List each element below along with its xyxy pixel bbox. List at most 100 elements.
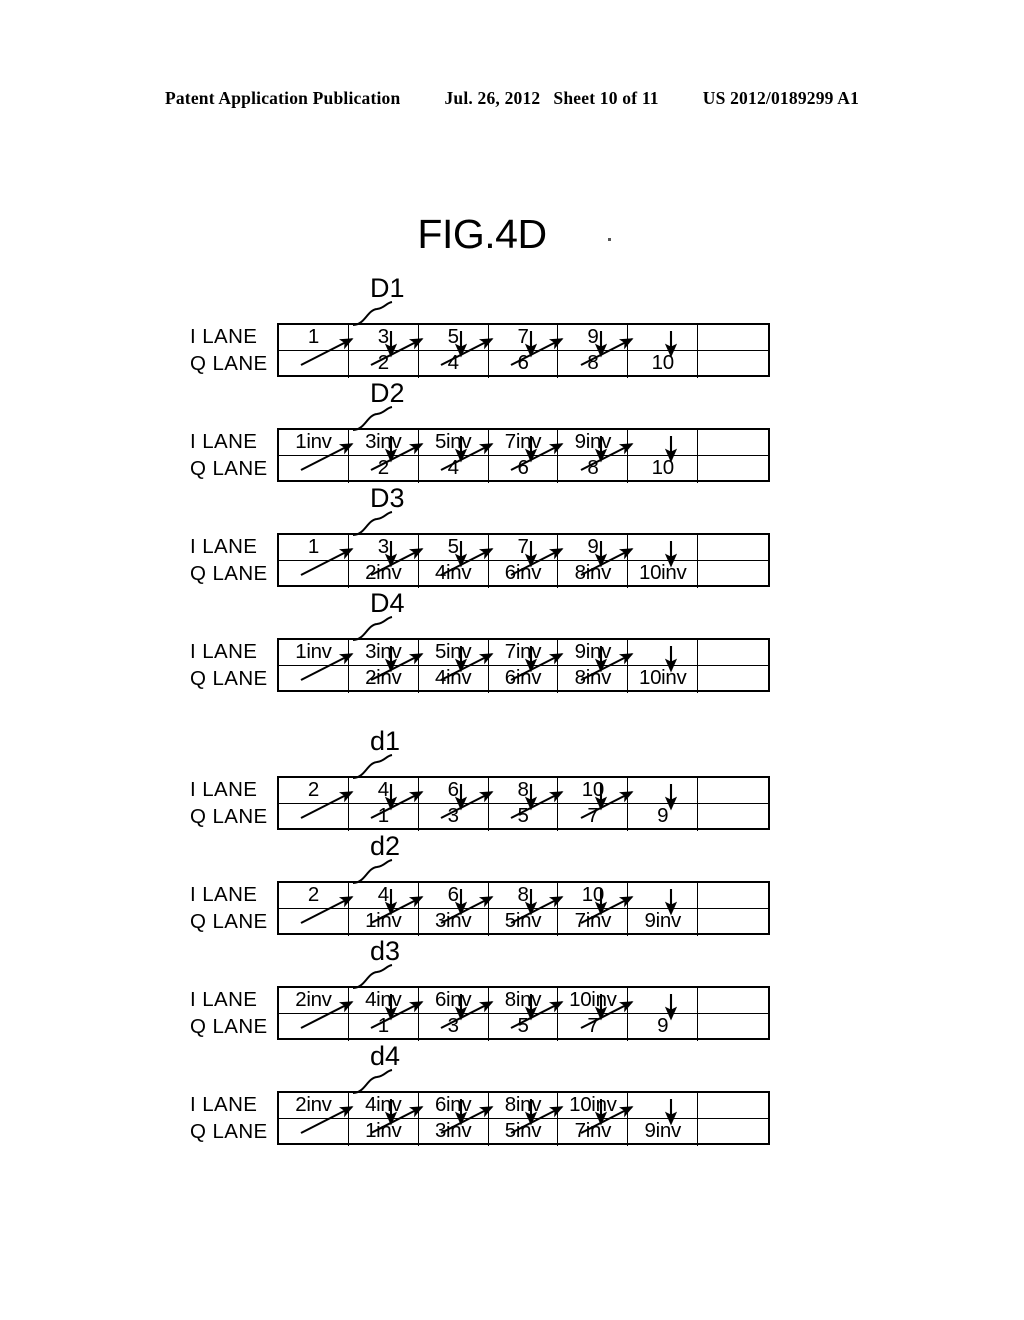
q-lane-cell: 3inv <box>419 909 489 936</box>
cell-value: 1inv <box>365 909 402 932</box>
i-lane-row: 1inv 3inv 5inv 7inv 9inv <box>279 430 768 457</box>
lane-grid: 1 3 5 7 9 2inv 4inv 6inv 8inv 10inv <box>277 533 770 588</box>
q-lane-cell: 2inv <box>349 666 419 693</box>
cell-value: 5 <box>447 325 459 348</box>
cell-value: 10inv <box>638 561 687 584</box>
q-lane-cell: 5inv <box>489 1119 559 1146</box>
cell-value: 5 <box>517 804 529 827</box>
lane-grid: 2inv 4inv 6inv 8inv 10inv 1 3 5 7 9 <box>277 986 770 1041</box>
i-lane-cell: 9inv <box>558 640 629 667</box>
cell-value: 6inv <box>504 666 542 689</box>
i-lane-cell <box>628 430 699 457</box>
i-lane-row: 2 4 6 8 10 <box>279 883 768 910</box>
block-label-d2: D2 <box>370 378 405 408</box>
block-label-d1: D1 <box>370 273 405 303</box>
cell-value: 4 <box>377 778 389 801</box>
q-lane-cell <box>698 1014 768 1041</box>
i-lane-label: I LANE <box>190 535 258 558</box>
cell-value: 3 <box>377 535 389 558</box>
cell-value: 6inv <box>434 1093 472 1116</box>
q-lane-cell: 3inv <box>419 1119 489 1146</box>
cell-value: 1 <box>307 535 319 558</box>
q-lane-cell: 10inv <box>628 561 699 588</box>
i-lane-row: 2inv 4inv 6inv 8inv 10inv <box>279 988 768 1015</box>
cell-value: 5inv <box>434 640 472 663</box>
cell-value: 9 <box>587 535 599 558</box>
i-lane-cell <box>628 535 699 562</box>
q-lane-cell: 7inv <box>558 909 629 936</box>
lane-grid: 2inv 4inv 6inv 8inv 10inv 1inv 3inv 5inv 7inv 9in… <box>277 1091 770 1146</box>
lane-grid: 1inv 3inv 5inv 7inv 9inv 2 4 6 8 10 <box>277 428 770 483</box>
cell-value: 3inv <box>434 909 472 932</box>
i-lane-row: 2 4 6 8 10 <box>279 778 768 805</box>
cell-value: 3inv <box>365 640 402 663</box>
cell-value: 1 <box>377 804 389 827</box>
cell-value: 9 <box>657 1014 669 1037</box>
q-lane-cell <box>698 1119 768 1146</box>
q-lane-label: Q LANE <box>190 1015 268 1038</box>
cell-value: 1inv <box>295 430 332 453</box>
cell-value: 6 <box>517 456 529 479</box>
cell-value: 10inv <box>569 1093 617 1116</box>
lane-block-d3: d3 I LANE Q LANE 2inv 4inv 6inv 8inv 10inv 1 3 5 7 9 <box>0 938 1024 1043</box>
block-label-d4: d4 <box>370 1041 401 1071</box>
i-lane-cell: 7 <box>489 325 559 352</box>
i-lane-cell <box>628 778 699 805</box>
q-lane-row: 1 3 5 7 9 <box>279 803 768 831</box>
i-lane-cell: 8 <box>489 883 559 910</box>
i-lane-cell: 3inv <box>349 430 419 457</box>
i-lane-cell: 1 <box>279 535 349 562</box>
cell-value: 7 <box>587 804 599 827</box>
cell-value: 9 <box>587 325 599 348</box>
q-lane-label: Q LANE <box>190 910 268 933</box>
q-lane-cell: 4inv <box>419 666 489 693</box>
i-lane-cell <box>698 640 768 667</box>
i-lane-cell: 2inv <box>279 1093 349 1120</box>
i-lane-cell: 9 <box>558 325 629 352</box>
cell-value: 4inv <box>434 666 472 689</box>
q-lane-cell: 1 <box>349 804 419 831</box>
q-lane-cell: 1 <box>349 1014 419 1041</box>
cell-value: 8 <box>587 456 599 479</box>
i-lane-cell <box>628 988 699 1015</box>
i-lane-cell: 10 <box>558 778 629 805</box>
cell-value: 6inv <box>504 561 542 584</box>
lane-grid: 2 4 6 8 10 1 3 5 7 9 <box>277 776 770 831</box>
i-lane-cell <box>698 883 768 910</box>
q-lane-cell: 9inv <box>628 1119 699 1146</box>
q-lane-cell <box>698 456 768 483</box>
cell-value: 4inv <box>365 1093 402 1116</box>
cell-value: 5inv <box>504 1119 542 1142</box>
i-lane-cell <box>628 1093 699 1120</box>
q-lane-cell: 6 <box>489 456 559 483</box>
q-lane-cell: 4 <box>419 351 489 378</box>
cell-value: 3 <box>447 1014 459 1037</box>
i-lane-cell: 4 <box>349 778 419 805</box>
cell-value: 5 <box>447 535 459 558</box>
q-lane-cell <box>279 1014 349 1041</box>
i-lane-cell <box>698 778 768 805</box>
lane-label-group: I LANE Q LANE <box>190 1091 274 1145</box>
i-lane-cell: 2 <box>279 778 349 805</box>
cell-value: 10 <box>581 778 605 801</box>
i-lane-label: I LANE <box>190 640 258 663</box>
lane-block-d3: D3 I LANE Q LANE 1 3 5 7 9 2inv 4inv 6inv 8inv 10inv <box>0 485 1024 590</box>
i-lane-cell: 10inv <box>558 1093 629 1120</box>
q-lane-cell: 8 <box>558 456 629 483</box>
cell-value: 2inv <box>365 666 402 689</box>
cell-value: 1inv <box>295 640 332 663</box>
q-lane-cell: 6inv <box>489 666 559 693</box>
q-lane-row: 2inv 4inv 6inv 8inv 10inv <box>279 665 768 693</box>
i-lane-cell: 5inv <box>419 430 489 457</box>
i-lane-label: I LANE <box>190 778 258 801</box>
i-lane-cell: 4inv <box>349 988 419 1015</box>
q-lane-cell: 9inv <box>628 909 699 936</box>
cell-value: 7 <box>517 325 529 348</box>
cell-value: 7inv <box>504 430 542 453</box>
q-lane-row: 1inv 3inv 5inv 7inv 9inv <box>279 1118 768 1146</box>
i-lane-cell: 1 <box>279 325 349 352</box>
q-lane-cell: 6 <box>489 351 559 378</box>
q-lane-cell <box>279 804 349 831</box>
cell-value: 4inv <box>434 561 472 584</box>
cell-value: 6 <box>447 778 459 801</box>
